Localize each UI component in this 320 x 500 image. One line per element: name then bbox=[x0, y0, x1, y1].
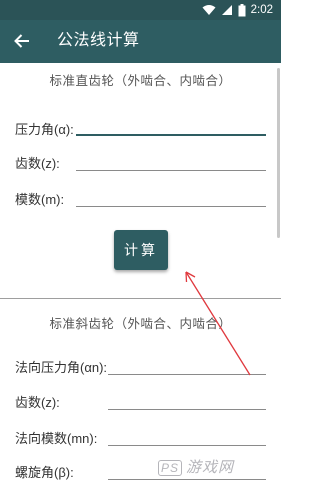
spur-pressure-angle-label: 压力角(α): bbox=[15, 122, 74, 137]
battery-icon bbox=[238, 3, 246, 16]
spur-pressure-angle-input[interactable] bbox=[76, 116, 266, 136]
app-bar: 公法线计算 bbox=[0, 20, 281, 63]
spur-module-label: 模数(m): bbox=[15, 192, 65, 207]
helical-section-title: 标准斜齿轮（外啮合、内啮合） bbox=[49, 317, 232, 331]
section-divider bbox=[0, 298, 281, 299]
helical-helix-angle-label: 螺旋角(β): bbox=[15, 465, 74, 480]
watermark: PS 游戏网 bbox=[158, 456, 276, 478]
status-icons: 2:02 bbox=[202, 3, 273, 17]
helical-normal-module-label: 法向模数(mn): bbox=[15, 431, 98, 446]
spur-teeth-label: 齿数(z): bbox=[15, 156, 60, 171]
spur-section-title: 标准直齿轮（外啮合、内啮合） bbox=[49, 74, 232, 88]
page-title: 公法线计算 bbox=[57, 32, 140, 49]
helical-normal-pressure-angle-input[interactable] bbox=[108, 356, 266, 375]
helical-normal-module-input[interactable] bbox=[108, 427, 266, 446]
wifi-icon bbox=[202, 5, 216, 15]
status-time: 2:02 bbox=[250, 4, 273, 16]
scrollbar[interactable] bbox=[277, 68, 280, 238]
status-bar: 2:02 bbox=[0, 0, 281, 20]
cellular-icon bbox=[221, 5, 232, 15]
helical-teeth-label: 齿数(z): bbox=[15, 395, 60, 410]
back-arrow-icon[interactable] bbox=[12, 31, 32, 51]
helical-teeth-input[interactable] bbox=[108, 391, 266, 410]
watermark-logo: PS bbox=[158, 460, 183, 477]
watermark-text: 游戏网 bbox=[186, 459, 235, 476]
spur-module-input[interactable] bbox=[76, 188, 266, 207]
calculate-button[interactable]: 计算 bbox=[114, 230, 168, 270]
helical-normal-pressure-angle-label: 法向压力角(αn): bbox=[15, 360, 108, 375]
spur-teeth-input[interactable] bbox=[76, 152, 266, 171]
